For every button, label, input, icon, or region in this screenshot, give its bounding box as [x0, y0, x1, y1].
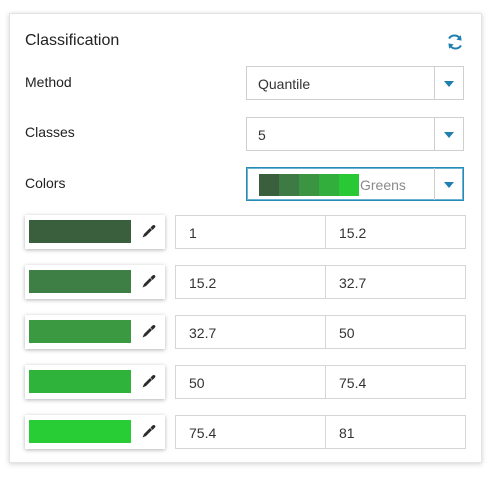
method-value: Quantile — [258, 76, 311, 92]
class-break-row: 75.4 81 — [25, 415, 466, 449]
class-min-input[interactable]: 1 — [175, 215, 326, 249]
classes-select[interactable]: 5 — [246, 117, 464, 151]
color-ramp-segment — [259, 174, 279, 196]
class-min-input[interactable]: 15.2 — [175, 265, 326, 299]
classes-dropdown-toggle[interactable] — [434, 118, 463, 150]
color-ramp-segment — [339, 174, 359, 196]
refresh-icon[interactable] — [445, 32, 465, 52]
class-min-input[interactable]: 32.7 — [175, 315, 326, 349]
panel-title: Classification — [25, 32, 120, 49]
color-ramp-name: Greens — [360, 177, 406, 193]
method-select[interactable]: Quantile — [246, 66, 464, 100]
color-swatch-button[interactable] — [25, 215, 165, 249]
color-swatch-button[interactable] — [25, 415, 165, 449]
class-break-row: 15.2 32.7 — [25, 265, 466, 299]
class-max-input[interactable]: 50 — [325, 315, 466, 349]
class-break-row: 50 75.4 — [25, 365, 466, 399]
color-ramp-segment — [299, 174, 319, 196]
colors-label: Colors — [25, 175, 66, 191]
class-break-row: 32.7 50 — [25, 315, 466, 349]
class-max-input[interactable]: 15.2 — [325, 215, 466, 249]
colors-dropdown-toggle[interactable] — [434, 168, 463, 200]
color-swatch — [29, 420, 131, 443]
chevron-down-icon — [444, 81, 454, 87]
color-swatch-button[interactable] — [25, 365, 165, 399]
eyedropper-icon[interactable] — [140, 273, 157, 290]
class-break-row: 1 15.2 — [25, 215, 466, 249]
eyedropper-icon[interactable] — [140, 373, 157, 390]
method-label: Method — [25, 74, 72, 90]
classes-label: Classes — [25, 124, 75, 140]
class-max-input[interactable]: 81 — [325, 415, 466, 449]
chevron-down-icon — [444, 182, 454, 188]
color-swatch — [29, 270, 131, 293]
class-min-input[interactable]: 50 — [175, 365, 326, 399]
color-swatch-button[interactable] — [25, 315, 165, 349]
eyedropper-icon[interactable] — [140, 323, 157, 340]
class-max-input[interactable]: 32.7 — [325, 265, 466, 299]
eyedropper-icon[interactable] — [140, 223, 157, 240]
color-ramp-segment — [279, 174, 299, 196]
color-swatch-button[interactable] — [25, 265, 165, 299]
eyedropper-icon[interactable] — [140, 423, 157, 440]
color-ramp-segment — [319, 174, 339, 196]
classification-panel: Classification Method Quantile Classes 5… — [9, 13, 482, 463]
chevron-down-icon — [444, 132, 454, 138]
class-max-input[interactable]: 75.4 — [325, 365, 466, 399]
color-ramp-preview — [259, 174, 359, 196]
method-dropdown-toggle[interactable] — [434, 67, 463, 99]
color-swatch — [29, 220, 131, 243]
class-min-input[interactable]: 75.4 — [175, 415, 326, 449]
colors-select[interactable]: Greens — [246, 167, 464, 201]
color-swatch — [29, 320, 131, 343]
classes-value: 5 — [258, 127, 266, 143]
color-swatch — [29, 370, 131, 393]
